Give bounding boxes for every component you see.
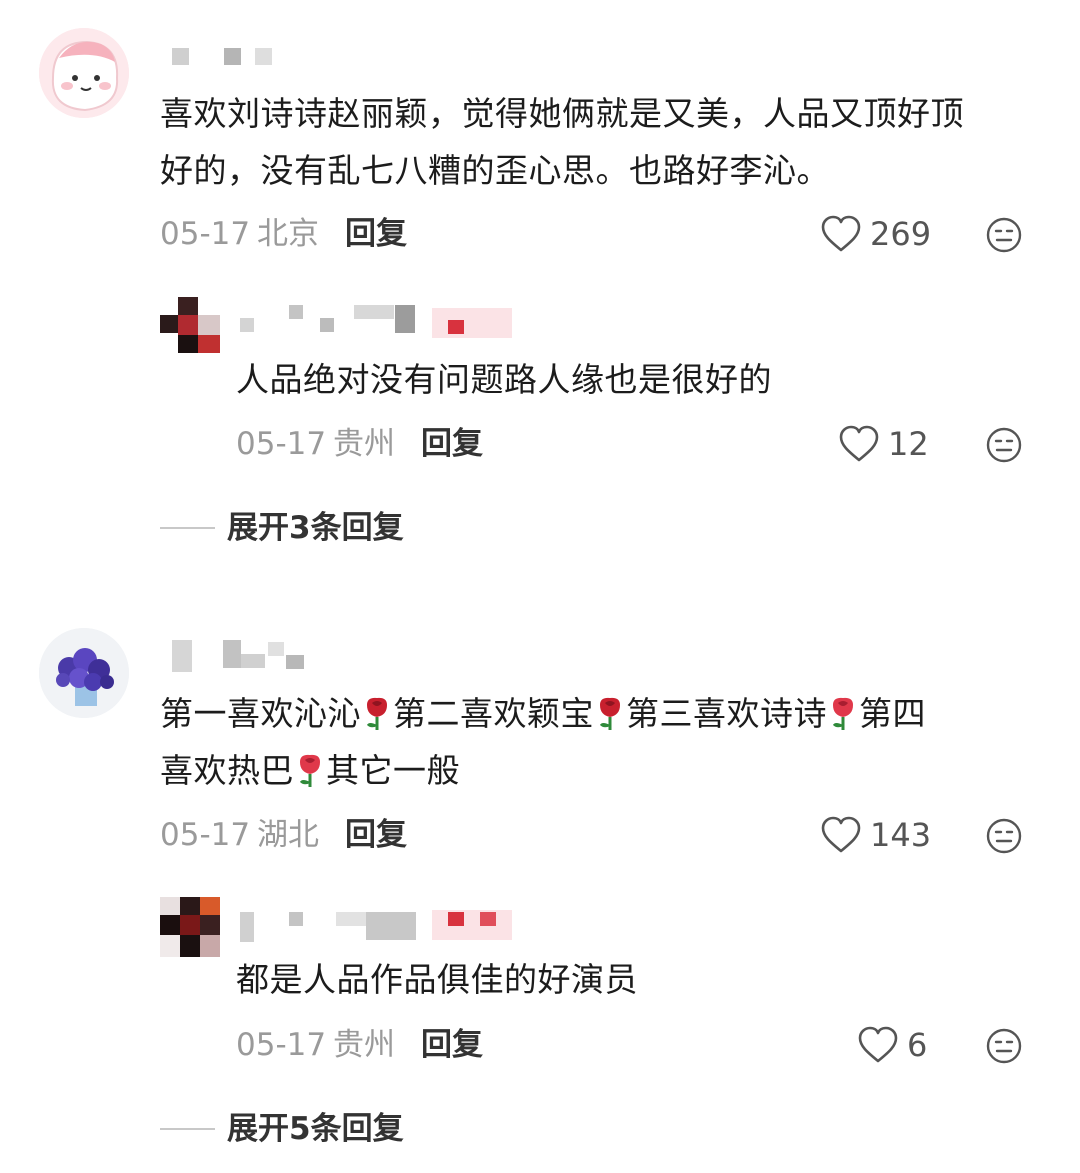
blue-flowers-avatar-icon[interactable] [39,628,129,718]
comment-segment: 第二喜欢颖宝 [393,694,594,733]
comment-location: 湖北 [257,817,319,853]
mosaic-avatar-icon[interactable] [160,897,220,957]
like-button[interactable]: 143 [820,815,931,855]
reply-button[interactable]: 回复 [421,1025,483,1065]
rose-emoji-icon [833,697,853,730]
like-count: 143 [870,816,932,854]
reply-location: 贵州 [333,426,395,462]
divider-line [160,1128,215,1130]
expand-replies-button[interactable]: 展开3条回复 [160,508,404,548]
expand-replies-label: 展开5条回复 [227,1111,404,1147]
heart-icon [821,215,861,252]
like-button[interactable]: 6 [857,1025,927,1065]
comment-segment: 第一喜欢沁沁 [160,694,361,733]
like-count: 12 [888,425,929,463]
dislike-face-icon[interactable] [985,817,1023,855]
reply-button[interactable]: 回复 [345,815,407,855]
comment-segment: 喜欢热巴 [160,751,294,790]
comment-segment: 其它一般 [326,751,460,790]
like-count: 6 [907,1026,928,1064]
reply-location: 贵州 [333,1027,395,1063]
dislike-face-icon[interactable] [985,1027,1023,1065]
cartoon-pink-avatar-icon[interactable] [39,28,129,118]
rose-emoji-icon [367,697,387,730]
like-count: 269 [870,215,932,253]
comment-text-line-1: 第一喜欢沁沁 第二喜欢颖宝 第三喜欢诗诗 第四 [160,685,926,742]
like-button[interactable]: 269 [820,214,931,254]
heart-icon [821,816,861,853]
reply-text: 人品绝对没有问题路人缘也是很好的 [236,360,772,399]
mosaic-avatar-icon[interactable] [160,297,220,357]
rose-emoji-icon [600,697,620,730]
divider-line [160,527,215,529]
dislike-face-icon[interactable] [985,426,1023,464]
comment-date: 05-17 [160,817,251,853]
comment-location: 北京 [257,216,319,252]
reply-button[interactable]: 回复 [345,214,407,254]
comment-date: 05-17 [160,216,251,252]
rose-emoji-icon [300,754,320,787]
expand-replies-label: 展开3条回复 [227,510,404,546]
reply-date: 05-17 [236,1027,327,1063]
heart-icon [839,425,879,462]
comment-text-line-2: 好的，没有乱七八糟的歪心思。也路好李沁。 [160,151,830,190]
like-button[interactable]: 12 [838,424,929,464]
reply-button[interactable]: 回复 [421,424,483,464]
comment-text-line-1: 喜欢刘诗诗赵丽颖，觉得她俩就是又美，人品又顶好顶 [160,94,964,133]
heart-icon [858,1026,898,1063]
comment-segment: 第三喜欢诗诗 [626,694,827,733]
comment-segment: 第四 [859,694,926,733]
expand-replies-button[interactable]: 展开5条回复 [160,1109,404,1149]
dislike-face-icon[interactable] [985,216,1023,254]
comment-text-line-2: 喜欢热巴 其它一般 [160,742,460,799]
reply-date: 05-17 [236,426,327,462]
reply-text: 都是人品作品俱佳的好演员 [236,960,638,999]
